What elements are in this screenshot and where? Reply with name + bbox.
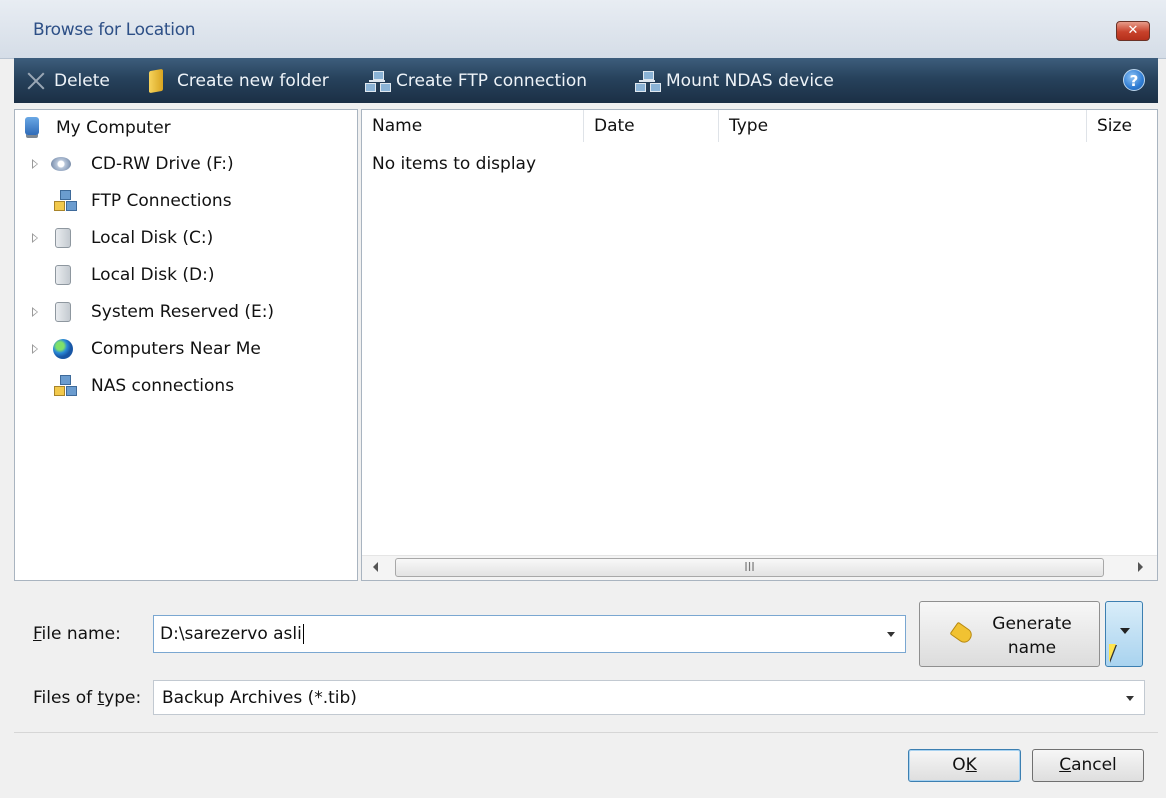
window-title: Browse for Location — [33, 20, 196, 40]
network-icon — [634, 69, 661, 93]
close-icon: ✕ — [1127, 23, 1139, 38]
tree-item-label: Computers Near Me — [91, 339, 261, 359]
expand-arrow-icon[interactable] — [32, 159, 38, 169]
folder-icon — [149, 68, 163, 93]
disk-icon — [55, 265, 71, 285]
column-header-type[interactable]: Type — [719, 110, 1087, 142]
tree-item-system-reserved[interactable]: System Reserved (E:) — [15, 295, 355, 329]
empty-list-message: No items to display — [372, 154, 537, 174]
tree-item-label: My Computer — [56, 118, 171, 138]
generate-name-label: Generate name — [992, 614, 1072, 658]
title-bar: Browse for Location ✕ — [0, 0, 1166, 59]
horizontal-scrollbar[interactable]: III — [362, 555, 1157, 580]
create-ftp-label: Create FTP connection — [396, 70, 588, 91]
scroll-left-arrow-icon[interactable] — [373, 562, 378, 572]
help-icon[interactable]: ? — [1123, 69, 1145, 91]
column-header-date[interactable]: Date — [584, 110, 719, 142]
tree-item-label: NAS connections — [91, 376, 235, 396]
browse-location-dialog: Browse for Location ✕ Delete Create new … — [0, 0, 1166, 798]
tree-item-ftp-connections[interactable]: FTP Connections — [15, 184, 355, 218]
ok-button[interactable]: OK — [908, 749, 1021, 782]
column-header-size[interactable]: Size — [1087, 110, 1157, 142]
computer-icon — [25, 117, 39, 135]
file-list[interactable]: Name Date Type Size No items to display … — [361, 109, 1158, 581]
tree-item-label: Local Disk (C:) — [91, 228, 214, 248]
disk-icon — [55, 302, 71, 322]
file-name-input[interactable]: D:\sarezervo asli — [153, 615, 906, 653]
delete-button[interactable]: Delete — [24, 58, 110, 103]
tag-icon — [949, 621, 975, 646]
scroll-thumb[interactable]: III — [395, 558, 1104, 577]
tree-item-label: System Reserved (E:) — [91, 302, 275, 322]
tree-item-computers-near-me[interactable]: Computers Near Me — [15, 332, 355, 366]
toolbar: Delete Create new folder Create FTP conn… — [14, 58, 1158, 103]
tree-item-local-disk-c[interactable]: Local Disk (C:) — [15, 221, 355, 255]
files-of-type-value: Backup Archives (*.tib) — [162, 687, 357, 708]
folder-tree[interactable]: My Computer CD-RW Drive (F:) FTP Connect… — [14, 109, 358, 581]
files-of-type-label: Files of type: — [33, 688, 142, 708]
tree-item-label: Local Disk (D:) — [91, 265, 215, 285]
create-ftp-button[interactable]: Create FTP connection — [364, 58, 587, 103]
network-icon — [364, 69, 391, 93]
chevron-down-icon[interactable] — [887, 632, 895, 637]
generate-name-button[interactable]: Generate name — [919, 601, 1100, 667]
text-cursor — [302, 624, 304, 644]
create-folder-label: Create new folder — [177, 70, 329, 91]
close-button[interactable]: ✕ — [1116, 21, 1150, 41]
create-folder-button[interactable]: Create new folder — [149, 58, 329, 103]
column-header-name[interactable]: Name — [362, 110, 584, 142]
tree-item-local-disk-d[interactable]: Local Disk (D:) — [15, 258, 355, 292]
tree-item-nas-connections[interactable]: NAS connections — [15, 369, 355, 403]
cancel-button[interactable]: Cancel — [1032, 749, 1144, 782]
tree-item-cd-drive[interactable]: CD-RW Drive (F:) — [15, 147, 355, 181]
tree-item-label: CD-RW Drive (F:) — [91, 154, 234, 174]
network-icon — [54, 190, 77, 212]
chevron-down-icon — [1120, 628, 1130, 634]
delete-label: Delete — [54, 70, 110, 91]
files-of-type-select[interactable]: Backup Archives (*.tib) — [153, 680, 1145, 715]
delete-icon — [24, 69, 48, 93]
mount-ndas-label: Mount NDAS device — [666, 70, 834, 91]
tree-item-label: FTP Connections — [91, 191, 232, 211]
expand-arrow-icon[interactable] — [32, 344, 38, 354]
mouse-pointer-icon — [1109, 644, 1116, 662]
cd-drive-icon — [51, 157, 71, 171]
network-icon — [54, 375, 77, 397]
disk-icon — [55, 228, 71, 248]
scroll-right-arrow-icon[interactable] — [1138, 562, 1143, 572]
globe-icon — [53, 339, 73, 359]
file-name-label: File name: — [33, 624, 121, 644]
grip-icon: III — [744, 560, 755, 574]
expand-arrow-icon[interactable] — [32, 233, 38, 243]
mount-ndas-button[interactable]: Mount NDAS device — [634, 58, 834, 103]
chevron-down-icon[interactable] — [1126, 695, 1134, 701]
expand-arrow-icon[interactable] — [32, 307, 38, 317]
file-name-value: D:\sarezervo asli — [160, 624, 302, 644]
divider — [14, 732, 1158, 733]
